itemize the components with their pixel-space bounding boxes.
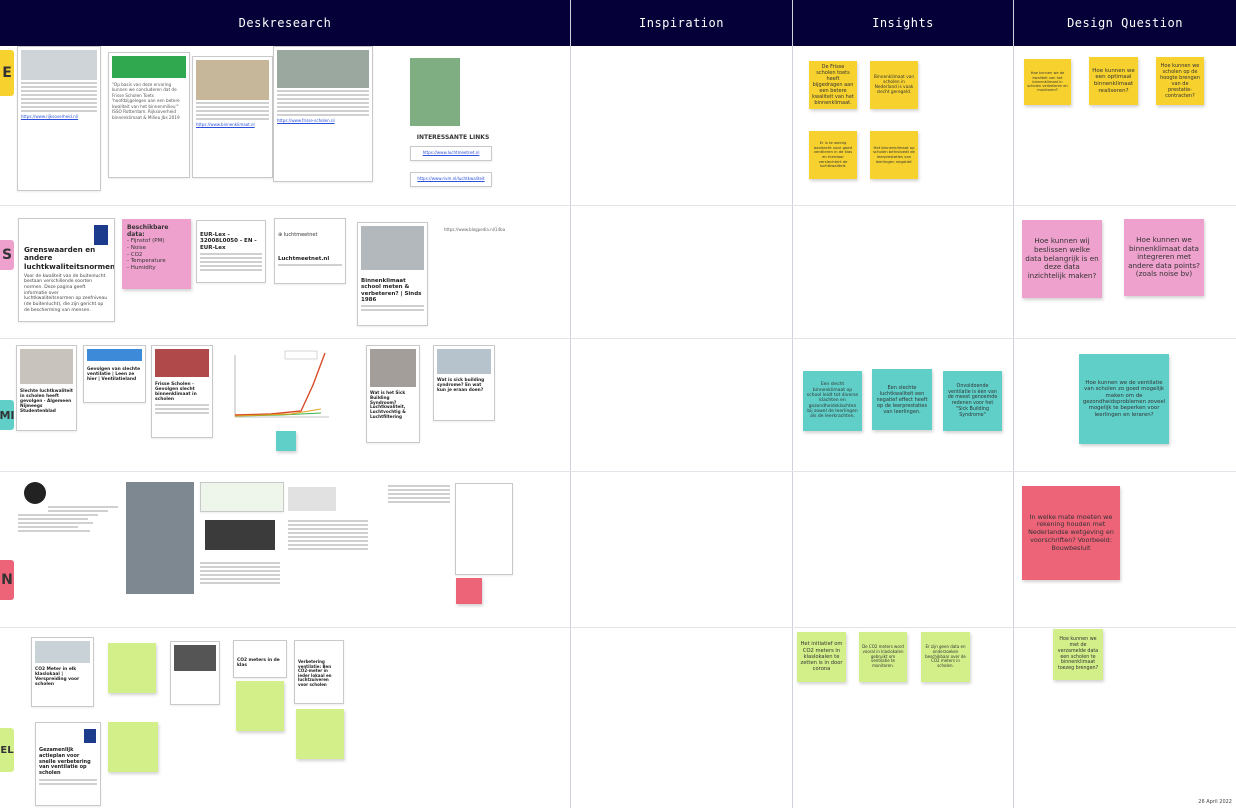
research-card[interactable]: https://www.rijksoverheid.nl/ <box>17 46 101 191</box>
interesting-links-title: INTERESSANTE LINKS <box>416 134 490 141</box>
frisse-scholen-card[interactable]: Frisse Scholen - Gevolgen slecht binnenk… <box>151 345 213 438</box>
insight-sticky[interactable]: De CO2 meters word vooral in klaslokalen… <box>859 632 907 682</box>
co2-meters-sticky[interactable] <box>236 681 284 731</box>
row-divider <box>0 471 1236 472</box>
insight-sticky[interactable]: Een slecht binnenklimaat op school leidt… <box>803 371 862 431</box>
date-label: 26 April 2022 <box>1198 799 1232 805</box>
row-divider <box>0 338 1236 339</box>
product-list-card[interactable] <box>455 483 513 575</box>
header-insights[interactable]: Insights <box>793 0 1013 46</box>
insight-sticky[interactable]: Het binnenklimaat op scholen beïnvloedt … <box>870 131 918 179</box>
url-text[interactable]: https://www.blogpedia.nl/14ba <box>444 227 505 232</box>
insight-sticky[interactable]: Er zijn geen data en onderzoeken beschik… <box>921 632 970 682</box>
design-question-sticky[interactable]: In welke mate moeten we rekening houden … <box>1022 486 1120 580</box>
row-tag-1[interactable]: E <box>0 50 14 96</box>
co2-note-sticky[interactable] <box>108 643 156 693</box>
insight-sticky[interactable]: Het initiatief om CO2 meters in klasloka… <box>797 632 846 682</box>
chart-note-sticky[interactable] <box>276 431 296 451</box>
insight-sticky[interactable]: Er is te weinig aandacht voor goed venti… <box>809 131 857 179</box>
insight-sticky[interactable]: De Frisse scholen toets heeft bijgedrage… <box>809 61 857 109</box>
design-question-sticky[interactable]: Hoe kunnen we een optimaal binnenklimaat… <box>1089 57 1138 105</box>
research-card[interactable] <box>170 641 220 705</box>
column-divider <box>570 0 571 808</box>
research-card[interactable]: https://www.frisse-scholen.nl <box>273 46 373 182</box>
research-card[interactable]: https://www.binnenklimaat.nl <box>192 56 273 178</box>
device-image <box>205 520 275 550</box>
screenshot-image <box>126 482 194 594</box>
insight-sticky[interactable]: Onvoldoende ventilatie is één van de mee… <box>943 371 1002 431</box>
gezamenlijk-card[interactable]: Gezamenlijk actieplan voor snelle verbet… <box>35 722 101 806</box>
gezamenlijk-sticky[interactable] <box>108 722 158 772</box>
verbetering-card[interactable]: Verbetering ventilatie: Ben CO2-meter in… <box>294 640 344 704</box>
verbetering-sticky[interactable] <box>296 709 344 759</box>
header-design-question[interactable]: Design Question <box>1014 0 1236 46</box>
beschikbare-data-sticky[interactable]: Beschikbare data: - Fijnstof (PM) - Nois… <box>122 219 191 289</box>
insight-sticky[interactable]: Een slechte luchtkwaliteit een negatief … <box>872 369 932 430</box>
design-question-sticky[interactable]: Hoe kunnen we scholen op de hoogte breng… <box>1156 57 1204 105</box>
quote-card[interactable]: "Op basis van deze ervaring kunnen we co… <box>108 52 190 178</box>
column-divider <box>1013 0 1014 808</box>
design-question-sticky[interactable]: Hoe kunnen we met de verzamelde data een… <box>1053 629 1103 680</box>
insight-sticky[interactable]: Binnenklimaat van scholen in Nederland i… <box>870 61 918 109</box>
design-question-sticky[interactable]: Hoe kunnen we de ventilatie van scholen … <box>1079 354 1169 444</box>
slechte-luchtkwaliteit-card[interactable]: Slechte luchtkwaliteit in scholen heeft … <box>16 345 77 431</box>
header-inspiration[interactable]: Inspiration <box>571 0 792 46</box>
notes-text <box>388 483 450 513</box>
design-question-sticky[interactable]: Hoe kunnen wij beslissen welke data bela… <box>1022 220 1102 298</box>
grenswaarden-card[interactable]: Grenswaarden en andere luchtkwaliteitsno… <box>18 218 115 322</box>
chart-image <box>221 345 335 429</box>
row-divider <box>0 205 1236 206</box>
co2-meter-card[interactable]: CO2 Meter in elk klaslokaal | Verspreidi… <box>31 637 94 707</box>
eur-lex-card[interactable]: EUR-Lex - 32008L0050 - EN - EUR-Lex <box>196 220 266 283</box>
luchtmeetnet-card[interactable]: ⊕ luchtmeetnet Luchtmeetnet.nl <box>274 218 346 284</box>
design-question-sticky[interactable]: Hoe kunnen we de kwaliteit van het binne… <box>1024 59 1071 105</box>
inspiration-column <box>571 46 792 808</box>
row-divider <box>0 627 1236 628</box>
row-tag-5[interactable]: EL <box>0 728 14 772</box>
product-collage <box>18 478 118 618</box>
link-box[interactable]: https://www.rivm.nl/luchtkwaliteit <box>410 172 492 187</box>
sensor-image <box>288 487 336 511</box>
small-red-sticky[interactable] <box>456 578 482 604</box>
book-cover-image <box>410 58 460 126</box>
intensa-card[interactable]: Wat is sick building syndrome? En wat ku… <box>433 345 495 421</box>
link-box[interactable]: https://www.luchtmeetnet.nl <box>410 146 492 161</box>
column-divider <box>792 0 793 808</box>
header-deskresearch[interactable]: Deskresearch <box>0 0 570 46</box>
row-tag-4[interactable]: N <box>0 560 14 600</box>
sick-building-card[interactable]: Wat is het Sick Building Syndroom? Lucht… <box>366 345 420 443</box>
co2-meters-card[interactable]: CO2 meters in de klas <box>233 640 287 678</box>
design-question-sticky[interactable]: Hoe kunnen we binnenklimaat data integre… <box>1124 219 1204 296</box>
product-card[interactable] <box>200 482 284 512</box>
binnenklimaat-card[interactable]: Binnenklimaat school meten & verbeteren?… <box>357 222 428 326</box>
row-tag-2[interactable]: S <box>0 240 14 270</box>
spec-text <box>200 560 280 602</box>
gevolgen-ventilatie-card[interactable]: Gevolgen van slechte ventilatie | Leen z… <box>83 345 146 403</box>
notes-text <box>288 518 368 578</box>
row-tag-3[interactable]: MI <box>0 400 14 430</box>
